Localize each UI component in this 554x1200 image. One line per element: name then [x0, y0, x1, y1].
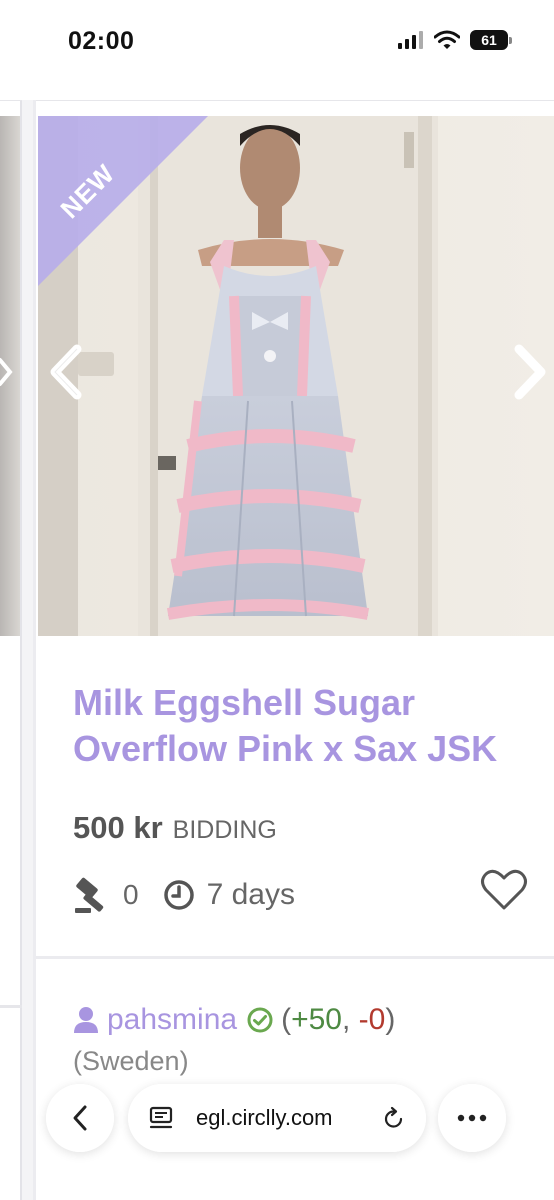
gavel-icon [75, 877, 104, 913]
listing-title[interactable]: Milk Eggshell Sugar Overflow Pink x Sax … [73, 680, 543, 772]
reload-icon[interactable] [382, 1106, 406, 1130]
product-photo[interactable] [38, 116, 554, 636]
back-button[interactable] [46, 1084, 114, 1152]
signal-icon [398, 31, 424, 49]
next-image-button[interactable] [508, 340, 552, 404]
wifi-icon [434, 30, 460, 49]
divider [0, 1005, 22, 1008]
more-icon [457, 1114, 487, 1122]
chevron-left-icon [50, 344, 82, 400]
status-icons: 61 [398, 30, 512, 50]
more-button[interactable] [438, 1084, 506, 1152]
seller-name-link[interactable]: pahsmina [107, 1003, 237, 1037]
battery-icon: 61 [470, 30, 512, 50]
price: 500 kr [73, 810, 163, 845]
clock-icon [163, 880, 194, 910]
url-text[interactable]: egl.circlly.com [196, 1105, 333, 1131]
previous-listing-card[interactable] [0, 0, 22, 1200]
heart-outline-icon[interactable] [480, 868, 528, 912]
battery-level: 61 [481, 32, 497, 48]
back-icon [73, 1105, 87, 1131]
time-left: 7 days [206, 878, 295, 911]
seller-location: (Sweden) [73, 1046, 189, 1076]
divider [36, 956, 554, 959]
verified-check-icon [247, 1007, 273, 1033]
feedback-negative: -0 [358, 1003, 386, 1036]
chevron-right-icon [514, 344, 546, 400]
screen: 02:00 61 NEW Milk Eggshell Sugar Overflo… [0, 0, 554, 1200]
seller-feedback[interactable]: (+50, -0) [281, 1003, 395, 1037]
auction-meta: 0 7 days [73, 873, 295, 917]
feedback-positive: +50 [291, 1003, 342, 1036]
price-row: 500 kr BIDDING [73, 810, 277, 846]
bid-count: 0 [123, 879, 139, 910]
seller-row: pahsmina (+50, -0) [73, 1000, 395, 1040]
previous-image-button[interactable] [44, 340, 88, 404]
user-icon [74, 1007, 98, 1033]
sale-type: BIDDING [172, 816, 277, 844]
chevron-right-icon[interactable] [0, 354, 14, 390]
dress-photo [38, 116, 554, 636]
reader-icon[interactable] [148, 1105, 174, 1131]
status-bar: 02:00 61 [0, 0, 554, 100]
address-bar[interactable]: egl.circlly.com [128, 1084, 426, 1152]
status-time: 02:00 [68, 27, 135, 55]
